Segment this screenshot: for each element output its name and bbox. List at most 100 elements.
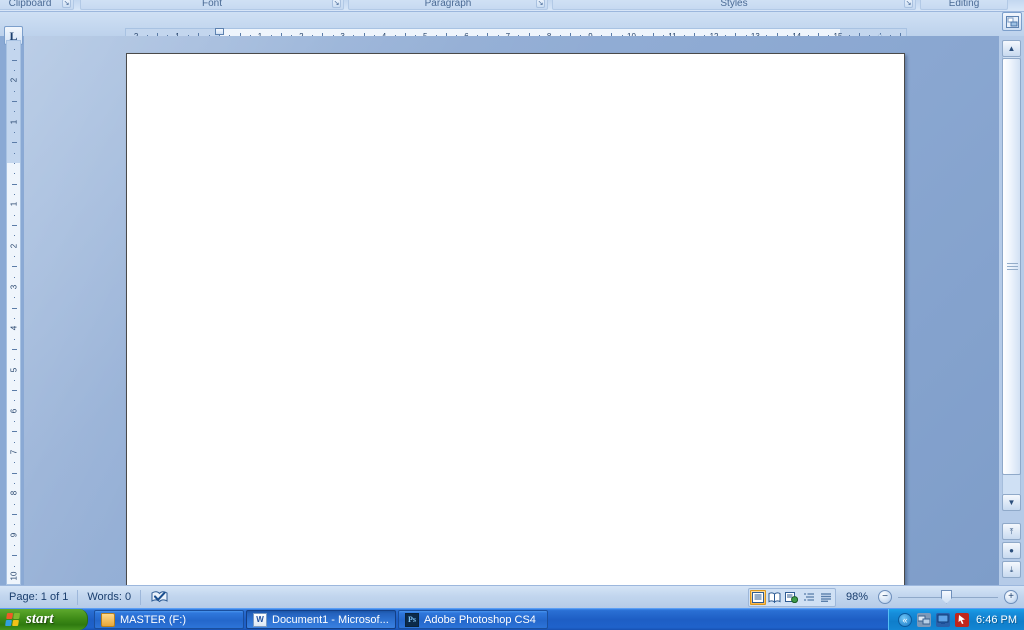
show-hidden-icons-button[interactable]: « — [898, 612, 913, 627]
web-layout-view-button[interactable] — [784, 590, 800, 605]
start-button[interactable]: start — [0, 609, 88, 630]
full-screen-reading-view-button[interactable] — [767, 590, 783, 605]
vertical-ruler-tick-mark — [12, 390, 17, 392]
browse-object-icon: ● — [1009, 546, 1014, 555]
vertical-ruler-tick-mark — [14, 297, 15, 299]
ribbon-group-editing[interactable]: Editing — [920, 0, 1008, 10]
vertical-ruler-tick-mark — [14, 421, 15, 423]
status-bar-right-cluster: 98% − + — [747, 587, 1024, 607]
zoom-slider-track[interactable] — [898, 589, 998, 604]
vertical-ruler-tick-mark — [12, 348, 17, 350]
clipboard-dialog-launcher[interactable]: ↘ — [62, 0, 71, 8]
zoom-out-icon: − — [882, 591, 888, 602]
ribbon-group-label: Editing — [948, 0, 980, 9]
vertical-scrollbar[interactable]: ▲ ▼ ⤒ ● ⤓ — [999, 12, 1024, 585]
paragraph-dialog-launcher[interactable]: ↘ — [536, 0, 545, 8]
web-layout-icon — [785, 591, 799, 603]
taskbar-button-document1[interactable]: W Document1 - Microsof... — [246, 610, 396, 629]
scroll-up-arrow-icon: ▲ — [1007, 44, 1016, 53]
vertical-ruler-tick-mark — [12, 555, 17, 557]
vertical-ruler-tick-label: 8 — [9, 491, 19, 496]
outline-view-button[interactable] — [801, 590, 817, 605]
vertical-ruler-tick-mark — [14, 173, 15, 175]
vertical-ruler-tick-mark — [14, 462, 15, 464]
zoom-in-button[interactable]: + — [1004, 590, 1018, 604]
vertical-ruler-tick-mark — [14, 90, 15, 92]
word-document-icon: W — [253, 612, 267, 627]
document-page[interactable] — [126, 53, 905, 585]
system-clock[interactable]: 6:46 PM — [974, 614, 1017, 626]
vertical-ruler[interactable]: 2 1 1 2 3 4 5 6 7 8 9 10 — [6, 40, 21, 585]
vertical-ruler-tick-mark — [12, 307, 17, 309]
vertical-ruler-tick-mark — [14, 379, 15, 381]
scroll-up-button[interactable]: ▲ — [1002, 40, 1021, 57]
draft-view-button[interactable] — [818, 590, 834, 605]
vertical-ruler-tick-mark — [14, 545, 15, 547]
ribbon-group-clipboard[interactable]: Clipboard ↘ — [0, 0, 74, 10]
vertical-ruler-tick-mark — [14, 49, 15, 51]
zoom-out-button[interactable]: − — [878, 590, 892, 604]
vertical-ruler-tick-label: 9 — [9, 532, 19, 537]
vertical-ruler-tick-mark — [12, 431, 17, 433]
scroll-down-button[interactable]: ▼ — [1002, 494, 1021, 511]
ribbon-group-label: Clipboard — [8, 0, 52, 9]
display-settings-icon[interactable] — [936, 612, 951, 627]
styles-dialog-launcher[interactable]: ↘ — [904, 0, 913, 8]
select-browse-object-button[interactable]: ● — [1002, 542, 1021, 559]
next-page-button[interactable]: ⤓ — [1002, 561, 1021, 578]
vertical-ruler-tick-mark — [14, 565, 15, 567]
vertical-ruler-tick-mark — [14, 163, 15, 164]
vertical-ruler-tick-mark — [14, 483, 15, 485]
taskbar-button-label: Adobe Photoshop CS4 — [424, 613, 536, 626]
zoom-slider-thumb[interactable] — [941, 589, 952, 604]
antivirus-glyph-icon — [958, 615, 966, 624]
proofing-errors-button[interactable] — [141, 590, 178, 604]
previous-page-icon: ⤒ — [1009, 526, 1014, 536]
network-icon[interactable] — [917, 612, 932, 627]
zoom-in-icon: + — [1008, 591, 1014, 602]
view-ruler-toggle-button[interactable] — [1002, 12, 1022, 31]
taskbar-button-photoshop[interactable]: Ps Adobe Photoshop CS4 — [398, 610, 548, 629]
status-bar: Page: 1 of 1 Words: 0 98% − + — [0, 585, 1024, 608]
word-count-status[interactable]: Words: 0 — [78, 589, 140, 606]
vertical-ruler-tick-mark — [12, 59, 17, 61]
zoom-level-label[interactable]: 98% — [836, 591, 878, 603]
ribbon-groups-strip: Clipboard ↘ Font ↘ Paragraph ↘ Styles ↘ … — [0, 0, 1024, 12]
taskbar-button-master-f[interactable]: MASTER (F:) — [94, 610, 244, 629]
vertical-ruler-tick-label: 2 — [9, 243, 19, 248]
page-count-status[interactable]: Page: 1 of 1 — [0, 589, 77, 606]
network-glyph-icon — [918, 615, 931, 625]
display-glyph-icon — [937, 614, 949, 624]
start-button-label: start — [26, 611, 54, 627]
windows-taskbar: start MASTER (F:) W Document1 - Microsof… — [0, 608, 1024, 630]
first-line-indent-marker[interactable] — [214, 28, 224, 35]
ribbon-group-paragraph[interactable]: Paragraph ↘ — [348, 0, 548, 10]
vertical-ruler-tick-mark — [14, 132, 15, 134]
vertical-ruler-tick-label: 6 — [9, 408, 19, 414]
vertical-ruler-tick-mark — [12, 183, 17, 185]
taskbar-button-label: MASTER (F:) — [120, 613, 186, 626]
vertical-ruler-tick-mark — [14, 441, 15, 443]
vertical-ruler-tick-mark — [14, 111, 15, 113]
vertical-ruler-tick-label: 4 — [9, 325, 19, 331]
font-dialog-launcher[interactable]: ↘ — [332, 0, 341, 8]
full-screen-reading-icon — [768, 591, 781, 603]
previous-page-button[interactable]: ⤒ — [1002, 523, 1021, 540]
taskbar-button-label: Document1 - Microsof... — [272, 613, 389, 626]
document-canvas[interactable] — [24, 36, 999, 585]
next-page-icon: ⤓ — [1009, 564, 1014, 574]
outline-icon — [803, 592, 814, 601]
ruler-band: L 21123456789101112131415 — [0, 12, 1024, 47]
antivirus-icon[interactable] — [955, 612, 970, 627]
ribbon-group-styles[interactable]: Styles ↘ — [552, 0, 916, 10]
view-ruler-icon — [1005, 15, 1019, 28]
vertical-ruler-tick-mark — [14, 338, 15, 340]
vertical-ruler-tick-mark — [14, 317, 15, 319]
photoshop-icon: Ps — [405, 612, 419, 627]
ribbon-group-font[interactable]: Font ↘ — [80, 0, 344, 10]
vertical-ruler-tick-label: 7 — [9, 449, 19, 455]
taskbar-window-buttons: MASTER (F:) W Document1 - Microsof... Ps… — [88, 609, 888, 630]
vertical-ruler-tick-label: 3 — [9, 284, 19, 290]
scrollbar-thumb[interactable] — [1002, 58, 1021, 475]
print-layout-view-button[interactable] — [749, 589, 766, 605]
